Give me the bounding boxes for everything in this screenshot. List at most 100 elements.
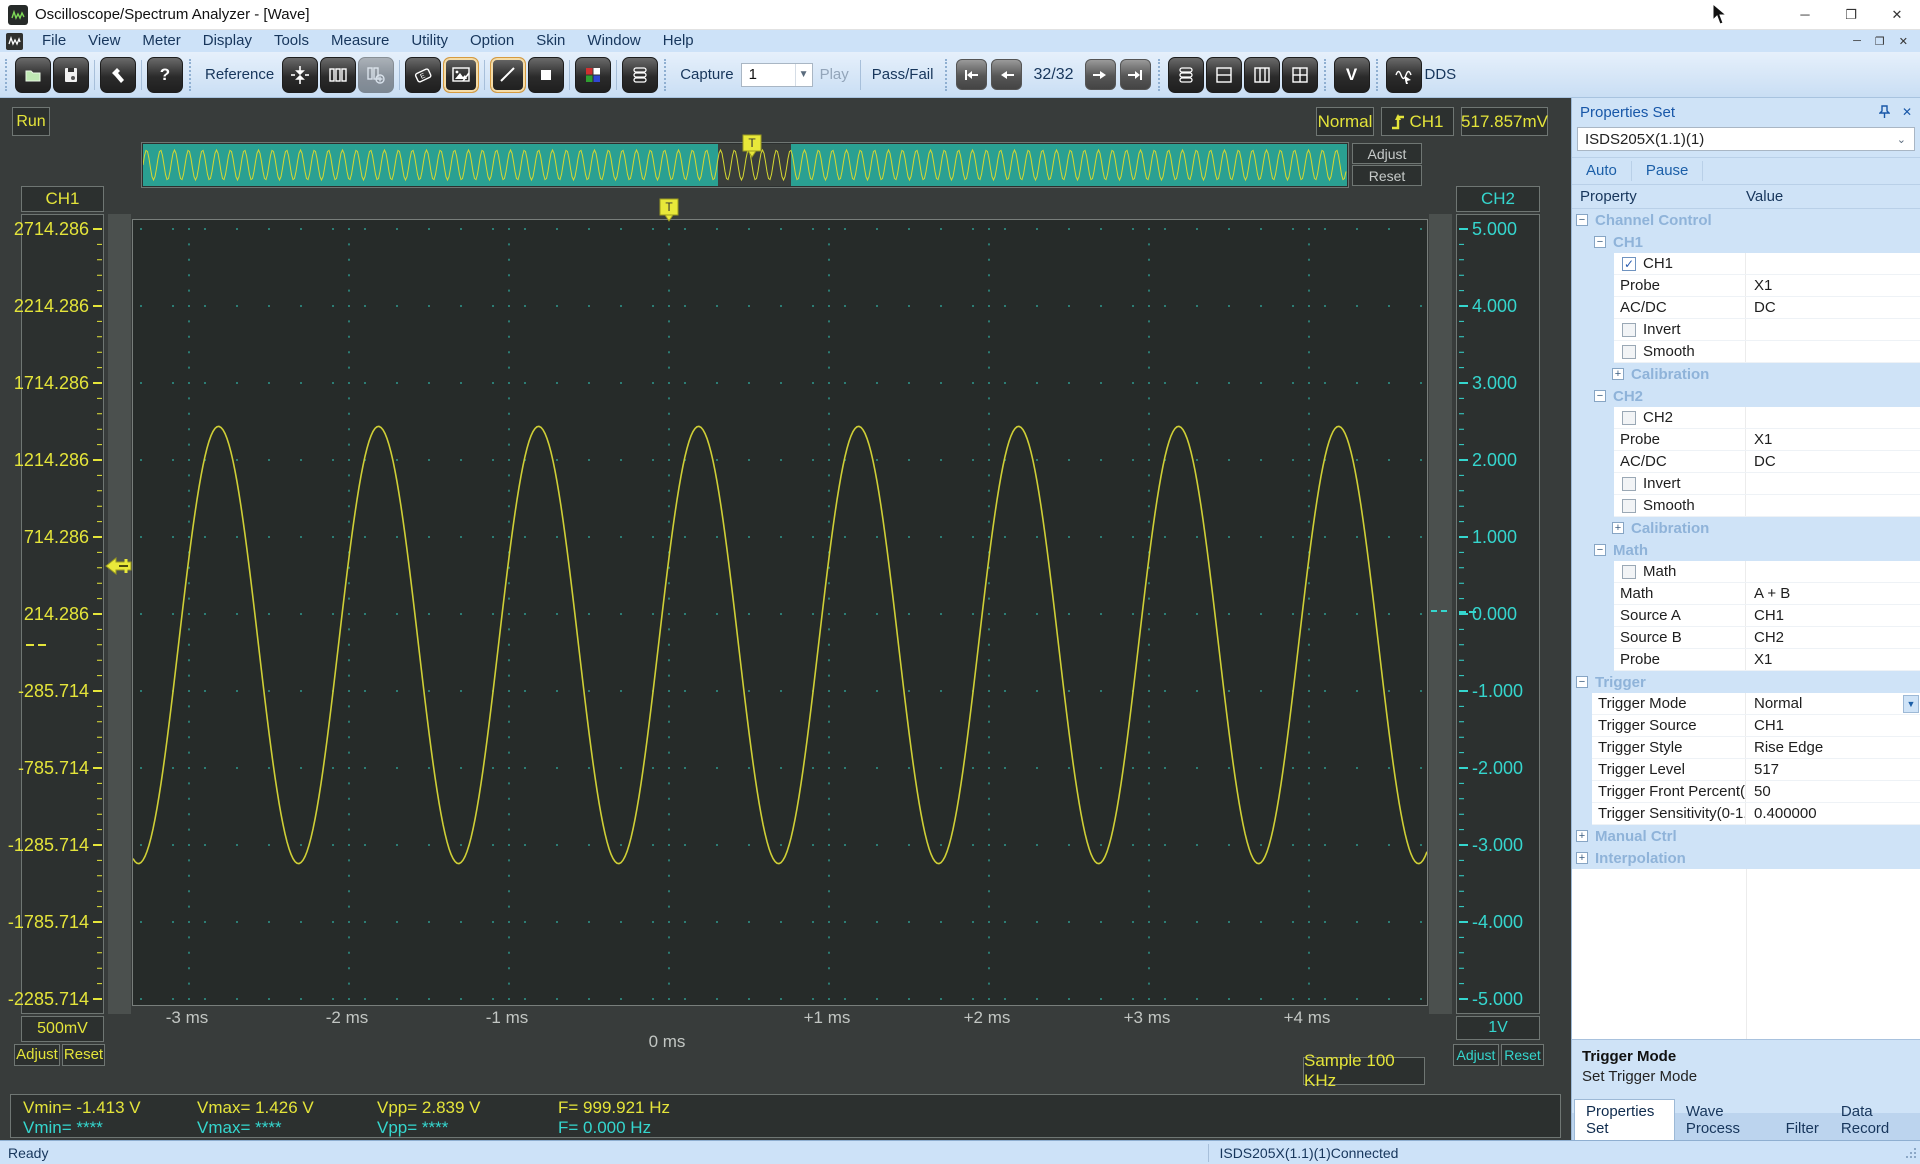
prop-row-trigger-source-23[interactable]: Trigger SourceCH1: [1572, 715, 1920, 737]
menu-meter[interactable]: Meter: [131, 30, 191, 52]
add-column-button[interactable]: [358, 57, 394, 93]
mdi-close-button[interactable]: ✕: [1899, 35, 1908, 48]
prop-row-trigger-style-24[interactable]: Trigger StyleRise Edge: [1572, 737, 1920, 759]
trigger-time-marker[interactable]: T: [657, 198, 681, 226]
resize-grip[interactable]: [1904, 1146, 1918, 1160]
ch1-scale-box[interactable]: 500mV: [21, 1016, 104, 1042]
expander-icon[interactable]: +: [1576, 830, 1588, 842]
ch2-adjust-button[interactable]: Adjust: [1453, 1044, 1499, 1066]
tab-data-record[interactable]: Data Record: [1830, 1100, 1920, 1140]
prop-row-probe-10[interactable]: ProbeX1: [1572, 429, 1920, 451]
window-close-button[interactable]: ✕: [1874, 0, 1920, 29]
menu-display[interactable]: Display: [192, 30, 263, 52]
trigger-mode-badge[interactable]: Normal: [1316, 107, 1374, 136]
menu-skin[interactable]: Skin: [525, 30, 576, 52]
screenshot-button[interactable]: [443, 57, 479, 93]
checkbox-ch1[interactable]: ✓: [1622, 257, 1636, 271]
expander-icon[interactable]: −: [1576, 676, 1588, 688]
color-settings-button[interactable]: [575, 57, 611, 93]
prop-row-probe-20[interactable]: ProbeX1: [1572, 649, 1920, 671]
expander-icon[interactable]: +: [1576, 852, 1588, 864]
checkbox-invert[interactable]: [1622, 323, 1636, 337]
quad-view-button[interactable]: [1282, 57, 1318, 93]
next-capture-button[interactable]: [1085, 59, 1116, 90]
checkbox-ch2[interactable]: [1622, 411, 1636, 425]
prop-row-channel-control-0[interactable]: −Channel Control: [1572, 209, 1920, 231]
prop-row-math-17[interactable]: MathA + B: [1572, 583, 1920, 605]
center-wave-button[interactable]: [282, 57, 318, 93]
device-select[interactable]: ISDS205X(1.1)(1) ⌄: [1577, 127, 1915, 151]
pages-button[interactable]: [622, 57, 658, 93]
expander-icon[interactable]: −: [1594, 390, 1606, 402]
voltage-display-button[interactable]: V: [1334, 57, 1370, 93]
trigger-level-marker[interactable]: [104, 555, 134, 577]
expander-icon[interactable]: −: [1594, 236, 1606, 248]
window-minimize-button[interactable]: ─: [1782, 0, 1828, 29]
last-capture-button[interactable]: [1120, 59, 1151, 90]
menu-help[interactable]: Help: [652, 30, 705, 52]
prop-row-trigger-level-25[interactable]: Trigger Level517: [1572, 759, 1920, 781]
value-dropdown-button[interactable]: ▼: [1903, 695, 1919, 713]
help-button[interactable]: ?: [147, 57, 183, 93]
vertical-split-view-button[interactable]: [1244, 57, 1280, 93]
tab-properties-set[interactable]: Properties Set: [1574, 1099, 1675, 1140]
checkbox-smooth[interactable]: [1622, 499, 1636, 513]
window-maximize-button[interactable]: ❐: [1828, 0, 1874, 29]
prop-row-interpolation-29[interactable]: +Interpolation: [1572, 847, 1920, 869]
dds-button[interactable]: DDS: [1423, 66, 1464, 83]
prop-row-calibration-14[interactable]: +Calibration: [1572, 517, 1920, 539]
previous-capture-button[interactable]: [991, 59, 1022, 90]
pin-icon[interactable]: [1879, 105, 1890, 119]
prop-row-probe-3[interactable]: ProbeX1: [1572, 275, 1920, 297]
prop-row-trigger-21[interactable]: −Trigger: [1572, 671, 1920, 693]
prop-row-calibration-7[interactable]: +Calibration: [1572, 363, 1920, 385]
menu-utility[interactable]: Utility: [400, 30, 459, 52]
prop-row-source-a-18[interactable]: Source ACH1: [1572, 605, 1920, 627]
expander-icon[interactable]: −: [1594, 544, 1606, 556]
prop-row-ac-dc-4[interactable]: AC/DCDC: [1572, 297, 1920, 319]
prop-row-ch2-8[interactable]: −CH2: [1572, 385, 1920, 407]
prop-row-trigger-front-percent-26[interactable]: Trigger Front Percent(...50: [1572, 781, 1920, 803]
reference-button[interactable]: Reference: [198, 66, 281, 83]
prop-row-invert-12[interactable]: Invert: [1572, 473, 1920, 495]
ch1-adjust-button[interactable]: Adjust: [14, 1044, 60, 1066]
prop-row-ch1-2[interactable]: ✓CH1: [1572, 253, 1920, 275]
run-button[interactable]: Run: [12, 107, 50, 136]
prop-row-ch2-9[interactable]: CH2: [1572, 407, 1920, 429]
menu-tools[interactable]: Tools: [263, 30, 320, 52]
trigger-level-badge[interactable]: 517.857mV: [1461, 107, 1548, 136]
checkbox-math[interactable]: [1622, 565, 1636, 579]
save-button[interactable]: [53, 57, 89, 93]
prop-row-ac-dc-11[interactable]: AC/DCDC: [1572, 451, 1920, 473]
overview-adjust-button[interactable]: Adjust: [1352, 143, 1422, 164]
menu-view[interactable]: View: [77, 30, 131, 52]
dds-icon[interactable]: [1386, 57, 1422, 93]
single-view-button[interactable]: [1168, 57, 1204, 93]
ch2-scale-box[interactable]: 1V: [1456, 1016, 1540, 1040]
trigger-source-badge[interactable]: CH1: [1381, 107, 1454, 136]
expander-icon[interactable]: −: [1576, 214, 1588, 226]
first-capture-button[interactable]: [956, 59, 987, 90]
ch1-reset-button[interactable]: Reset: [62, 1044, 105, 1066]
props-toolbar-pause[interactable]: Pause: [1632, 161, 1704, 181]
tools-hammer-button[interactable]: [100, 57, 136, 93]
horizontal-split-view-button[interactable]: [1206, 57, 1242, 93]
prop-row-invert-5[interactable]: Invert: [1572, 319, 1920, 341]
overview-reset-button[interactable]: Reset: [1352, 165, 1422, 186]
menu-measure[interactable]: Measure: [320, 30, 400, 52]
columns-view-button[interactable]: [320, 57, 356, 93]
menu-file[interactable]: File: [31, 30, 77, 52]
tab-filter[interactable]: Filter: [1775, 1117, 1830, 1140]
prop-row-smooth-13[interactable]: Smooth: [1572, 495, 1920, 517]
pass-fail-button[interactable]: Pass/Fail: [865, 66, 941, 83]
menu-window[interactable]: Window: [576, 30, 651, 52]
prop-row-source-b-19[interactable]: Source BCH2: [1572, 627, 1920, 649]
menu-option[interactable]: Option: [459, 30, 525, 52]
capture-count-select[interactable]: 1 ▼: [741, 63, 813, 87]
expander-icon[interactable]: +: [1612, 368, 1624, 380]
props-toolbar-auto[interactable]: Auto: [1572, 161, 1632, 181]
mdi-restore-button[interactable]: ❐: [1875, 35, 1885, 48]
prop-row-manual-ctrl-28[interactable]: +Manual Ctrl: [1572, 825, 1920, 847]
line-tool-button[interactable]: [490, 57, 526, 93]
checkbox-smooth[interactable]: [1622, 345, 1636, 359]
